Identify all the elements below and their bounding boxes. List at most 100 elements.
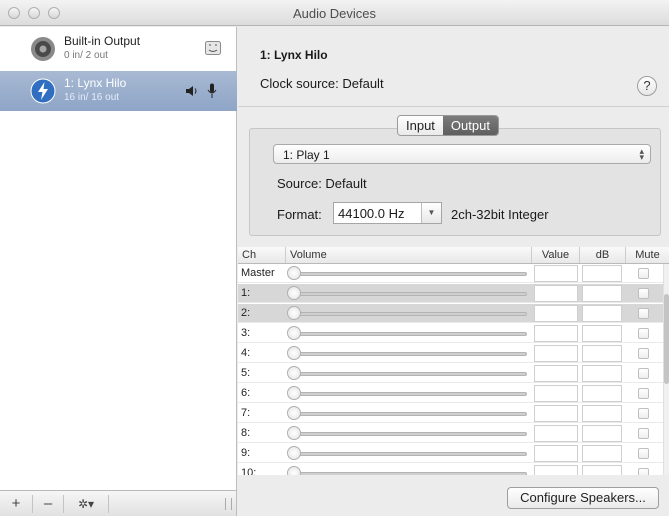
format-value: 44100.0 Hz — [338, 206, 405, 221]
sidebar-toolbar: + – ✲▾ — [0, 490, 237, 516]
value-field[interactable] — [534, 425, 578, 442]
db-field[interactable] — [582, 325, 622, 342]
volume-slider[interactable] — [290, 352, 527, 356]
column-header-db[interactable]: dB — [580, 247, 626, 263]
volume-slider[interactable] — [290, 412, 527, 416]
volume-slider[interactable] — [290, 452, 527, 456]
table-row[interactable]: 8: — [238, 424, 669, 443]
value-field[interactable] — [534, 465, 578, 475]
column-header-volume[interactable]: Volume — [286, 247, 532, 263]
volume-slider-knob[interactable] — [287, 266, 301, 280]
device-title: 1: Lynx Hilo — [260, 48, 328, 62]
db-field[interactable] — [582, 465, 622, 475]
db-field[interactable] — [582, 425, 622, 442]
mute-checkbox[interactable] — [638, 468, 649, 475]
device-name: Built-in Output — [64, 34, 141, 48]
device-item-built-in-output[interactable]: Built-in Output 0 in/ 2 out — [0, 29, 237, 69]
gear-menu-button[interactable]: ✲▾ — [66, 494, 106, 514]
mute-checkbox[interactable] — [638, 388, 649, 399]
stream-select[interactable]: 1: Play 1 ▴ ▾ — [273, 144, 651, 164]
tab-input[interactable]: Input — [398, 116, 443, 135]
value-field[interactable] — [534, 265, 578, 282]
db-field[interactable] — [582, 305, 622, 322]
resize-handle[interactable] — [225, 498, 232, 510]
volume-slider-knob[interactable] — [287, 426, 301, 440]
db-field[interactable] — [582, 265, 622, 282]
table-row[interactable]: 5: — [238, 364, 669, 383]
table-row[interactable]: 3: — [238, 324, 669, 343]
volume-slider-knob[interactable] — [287, 286, 301, 300]
table-row[interactable]: 1: — [238, 284, 669, 303]
volume-slider[interactable] — [290, 272, 527, 276]
value-field[interactable] — [534, 445, 578, 462]
table-row[interactable]: 4: — [238, 344, 669, 363]
mute-checkbox[interactable] — [638, 288, 649, 299]
channel-label: 6: — [241, 387, 251, 399]
volume-slider-knob[interactable] — [287, 406, 301, 420]
channel-label: 2: — [241, 307, 251, 319]
volume-slider[interactable] — [290, 472, 527, 475]
column-header-ch[interactable]: Ch — [238, 247, 286, 263]
mute-checkbox[interactable] — [638, 448, 649, 459]
separator — [108, 495, 109, 513]
db-field[interactable] — [582, 345, 622, 362]
column-header-mute[interactable]: Mute — [626, 247, 669, 263]
configure-speakers-button[interactable]: Configure Speakers... — [507, 487, 659, 509]
table-row[interactable]: 10: — [238, 464, 669, 475]
mute-checkbox[interactable] — [638, 308, 649, 319]
volume-slider-knob[interactable] — [287, 346, 301, 360]
table-row[interactable]: 9: — [238, 444, 669, 463]
window-title: Audio Devices — [292, 6, 377, 21]
db-field[interactable] — [582, 445, 622, 462]
db-field[interactable] — [582, 385, 622, 402]
volume-slider-knob[interactable] — [287, 386, 301, 400]
clock-source-label: Clock source: Default — [260, 76, 384, 91]
value-field[interactable] — [534, 385, 578, 402]
chevron-down-icon[interactable]: ▼ — [421, 203, 441, 223]
tab-output[interactable]: Output — [442, 116, 498, 135]
volume-slider-knob[interactable] — [287, 306, 301, 320]
volume-slider[interactable] — [290, 392, 527, 396]
value-field[interactable] — [534, 345, 578, 362]
channel-label: 3: — [241, 327, 251, 339]
value-field[interactable] — [534, 365, 578, 382]
add-device-button[interactable]: + — [4, 494, 28, 514]
mute-checkbox[interactable] — [638, 428, 649, 439]
format-bit-depth: 2ch-32bit Integer — [451, 207, 549, 222]
volume-slider[interactable] — [290, 292, 527, 296]
help-button[interactable]: ? — [637, 76, 657, 96]
mute-checkbox[interactable] — [638, 408, 649, 419]
volume-slider-knob[interactable] — [287, 466, 301, 475]
value-field[interactable] — [534, 325, 578, 342]
channel-label: 5: — [241, 367, 251, 379]
volume-slider[interactable] — [290, 432, 527, 436]
table-row[interactable]: 2: — [238, 304, 669, 323]
device-item-lynx-hilo[interactable]: 1: Lynx Hilo 16 in/ 16 out — [0, 71, 237, 111]
value-field[interactable] — [534, 305, 578, 322]
scrollbar-thumb[interactable] — [664, 294, 669, 384]
mute-checkbox[interactable] — [638, 328, 649, 339]
volume-slider-knob[interactable] — [287, 326, 301, 340]
value-field[interactable] — [534, 405, 578, 422]
volume-slider[interactable] — [290, 372, 527, 376]
volume-slider[interactable] — [290, 332, 527, 336]
table-row[interactable]: 6: — [238, 384, 669, 403]
mute-checkbox[interactable] — [638, 368, 649, 379]
table-scrollbar[interactable] — [663, 264, 669, 475]
db-field[interactable] — [582, 285, 622, 302]
table-row[interactable]: Master — [238, 264, 669, 283]
remove-device-button[interactable]: – — [36, 494, 60, 514]
column-header-value[interactable]: Value — [532, 247, 580, 263]
mute-checkbox[interactable] — [638, 268, 649, 279]
volume-slider-knob[interactable] — [287, 446, 301, 460]
volume-slider-knob[interactable] — [287, 366, 301, 380]
volume-slider[interactable] — [290, 312, 527, 316]
speaker-icon — [31, 37, 55, 61]
value-field[interactable] — [534, 285, 578, 302]
table-row[interactable]: 7: — [238, 404, 669, 423]
db-field[interactable] — [582, 365, 622, 382]
format-combo[interactable]: 44100.0 Hz ▼ — [333, 202, 442, 224]
mute-checkbox[interactable] — [638, 348, 649, 359]
db-field[interactable] — [582, 405, 622, 422]
device-channels: 0 in/ 2 out — [64, 50, 108, 61]
